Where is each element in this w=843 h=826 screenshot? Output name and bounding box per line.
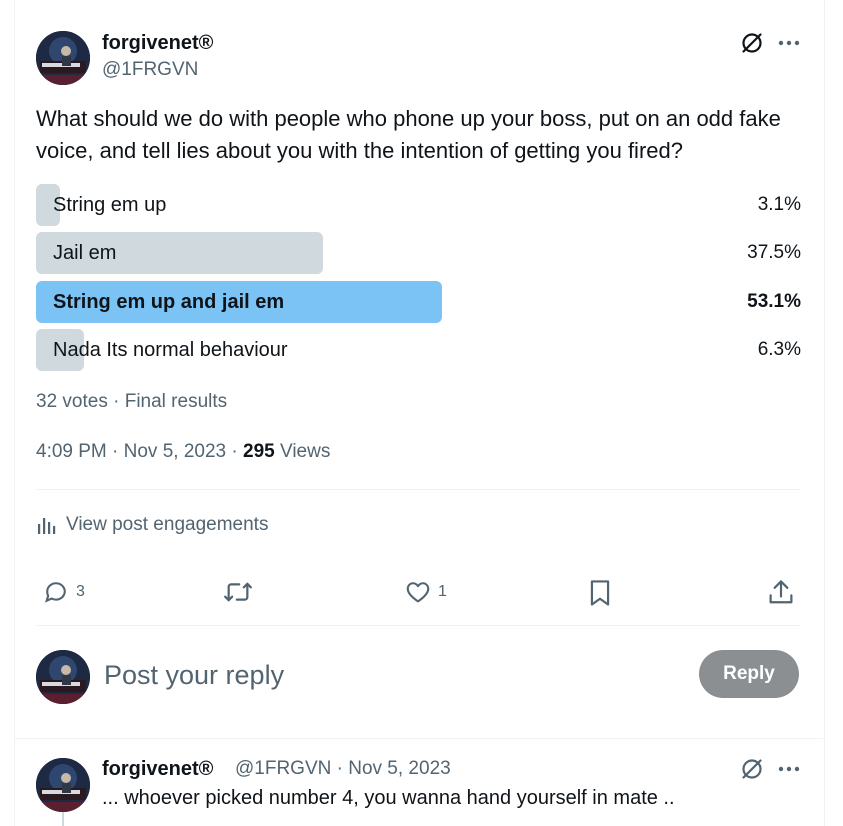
reply-action[interactable]: 3 [42, 578, 85, 606]
share-upload-icon [769, 580, 793, 604]
slashed-circle-icon[interactable] [737, 28, 767, 58]
views-count: 295 [243, 441, 275, 462]
repost-arrows-icon [224, 582, 252, 602]
bookmark-icon [590, 580, 610, 606]
view-engagements-label: View post engagements [66, 514, 269, 535]
reply-count: 3 [76, 583, 85, 600]
poll-option-label: Nada Its normal behaviour [53, 339, 288, 361]
poll-option-label: Jail em [53, 242, 117, 264]
share-action[interactable] [767, 578, 795, 608]
more-dots-icon[interactable] [774, 28, 804, 58]
poll-summary: 32 votes · Final results [36, 391, 228, 412]
reply-handle-date[interactable]: @1FRGVN · Nov 5, 2023 [235, 757, 451, 781]
heart-icon [406, 582, 430, 603]
poll-option: String em up and jail em 53.1% [36, 281, 801, 323]
divider [36, 489, 800, 490]
divider [36, 625, 800, 626]
user-avatar[interactable] [36, 650, 90, 704]
thread-line [62, 812, 64, 826]
reply-author-avatar[interactable] [36, 758, 90, 812]
poll-option-percent: 37.5% [747, 242, 801, 263]
reply-author-name[interactable]: forgivenet® [102, 757, 213, 781]
post-timestamp: 4:09 PM · Nov 5, 2023 · 295 Views [36, 440, 330, 464]
more-dots-icon[interactable] [774, 754, 804, 784]
poll-option-percent: 53.1% [747, 291, 801, 312]
slashed-circle-icon[interactable] [737, 754, 767, 784]
speech-bubble-icon [44, 582, 66, 603]
like-count: 1 [438, 583, 447, 600]
bar-chart-icon [38, 518, 56, 534]
poll-option: String em up 3.1% [36, 184, 801, 226]
post-time[interactable]: 4:09 PM · Nov 5, 2023 · [36, 441, 238, 462]
poll-option-percent: 3.1% [757, 194, 801, 215]
reply-button[interactable]: Reply [699, 650, 799, 698]
reply-text: ... whoever picked number 4, you wanna h… [102, 787, 675, 809]
like-action[interactable]: 1 [404, 578, 447, 606]
repost-action[interactable] [222, 578, 254, 606]
poll-option-percent: 6.3% [757, 339, 801, 360]
poll-option-label: String em up [53, 194, 167, 216]
author-avatar[interactable] [36, 31, 90, 85]
bookmark-action[interactable] [586, 578, 614, 608]
view-engagements-link[interactable]: View post engagements [36, 513, 268, 537]
views-label: Views [279, 441, 331, 462]
divider [14, 738, 823, 739]
author-handle[interactable]: @1FRGVN [102, 58, 198, 82]
post-text: What should we do with people who phone … [36, 106, 781, 163]
poll-option: Jail em 37.5% [36, 232, 801, 274]
poll-option: Nada Its normal behaviour 6.3% [36, 329, 801, 371]
poll-option-label: String em up and jail em [53, 291, 285, 313]
author-name[interactable]: forgivenet® [102, 31, 213, 55]
reply-input[interactable]: Post your reply [104, 659, 284, 691]
